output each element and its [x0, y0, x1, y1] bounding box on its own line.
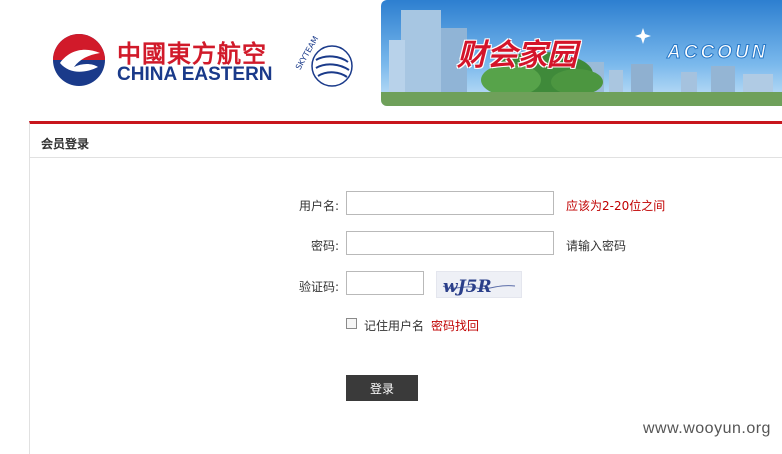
password-label: 密码:: [310, 239, 339, 253]
captcha-graphic: wJ5R: [442, 277, 516, 297]
logo-english-text: CHINA EASTERN: [117, 64, 273, 85]
username-input[interactable]: [346, 191, 554, 215]
remember-checkbox[interactable]: [346, 318, 357, 329]
skyteam-globe-icon: SKYTEAM: [294, 35, 353, 87]
watermark-text: www.wooyun.org: [643, 420, 771, 437]
header-banner: 财会家园 ACCOUN: [381, 0, 782, 106]
username-label: 用户名:: [298, 199, 339, 213]
banner-title: 财会家园: [457, 38, 577, 73]
panel-header: 会员登录: [30, 124, 782, 158]
captcha-label: 验证码:: [298, 280, 339, 294]
username-hint: 应该为2-20位之间: [566, 199, 666, 213]
header-logo-area: 中國東方航空 CHINA EASTERN SKYTEAM: [0, 0, 380, 110]
captcha-text: wJ5R: [443, 277, 492, 297]
password-input[interactable]: [346, 231, 554, 255]
panel-title: 会员登录: [41, 137, 90, 151]
forgot-password-link[interactable]: 密码找回: [431, 317, 479, 334]
china-eastern-swallow-icon: [53, 34, 105, 86]
captcha-image[interactable]: wJ5R: [436, 271, 522, 298]
remember-label: 记住用户名: [364, 319, 425, 333]
login-button[interactable]: 登录: [346, 375, 418, 401]
password-hint: 请输入密码: [566, 239, 627, 253]
banner-english-text: ACCOUN: [666, 42, 769, 64]
captcha-input[interactable]: [346, 271, 424, 295]
